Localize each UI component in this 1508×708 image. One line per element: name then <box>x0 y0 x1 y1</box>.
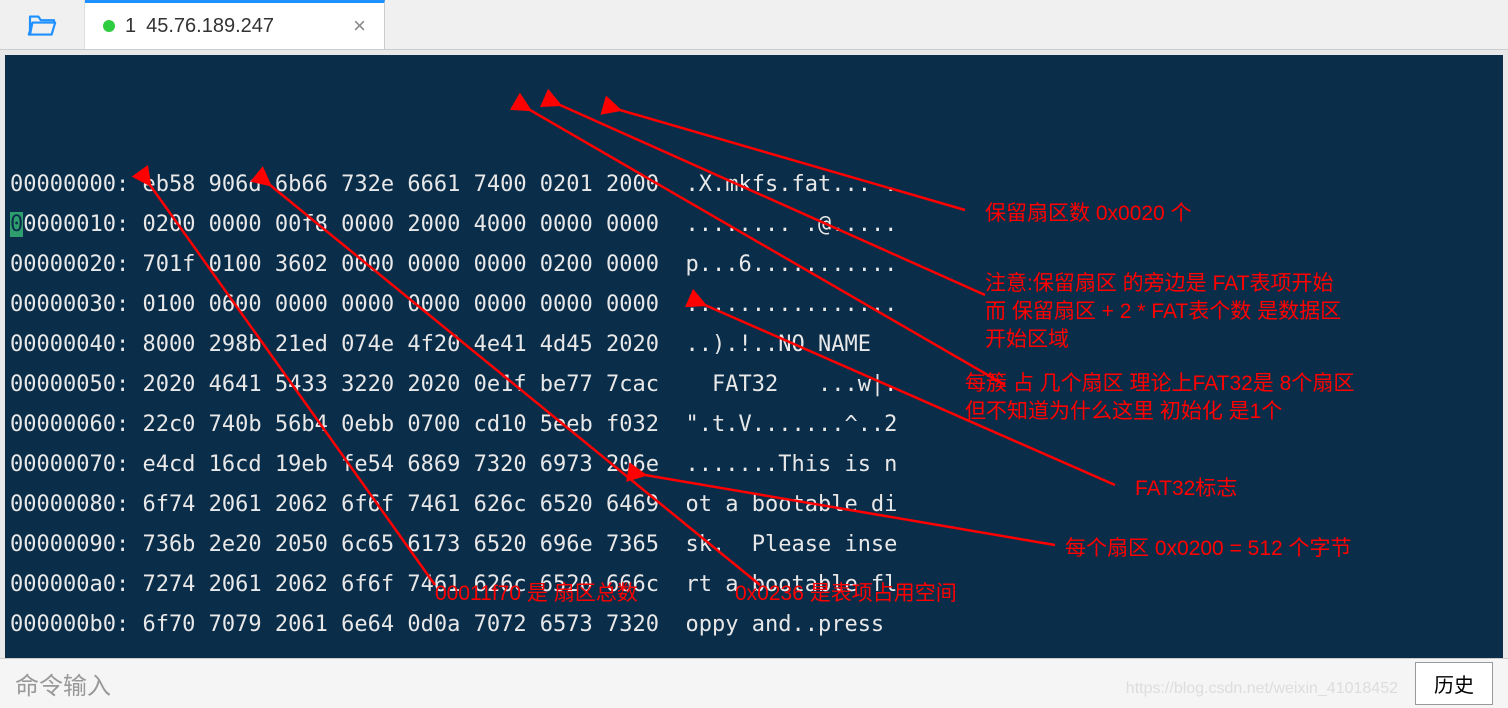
hex-row: 00000070: e4cd 16cd 19eb fe54 6869 7320 … <box>10 445 1498 485</box>
hex-row: 00000050: 2020 4641 5433 3220 2020 0e1f … <box>10 365 1498 405</box>
hex-row: 000000b0: 6f70 7079 2061 6e64 0d0a 7072 … <box>10 605 1498 645</box>
terminal-tab[interactable]: 1 45.76.189.247 × <box>85 0 385 49</box>
folder-icon <box>27 13 57 37</box>
hex-row: 00000000: eb58 906d 6b66 732e 6661 7400 … <box>10 165 1498 205</box>
hex-dump: 00000000: eb58 906d 6b66 732e 6661 7400 … <box>10 165 1498 645</box>
hex-row: 00000090: 736b 2e20 2050 6c65 6173 6520 … <box>10 525 1498 565</box>
hex-row: 00000040: 8000 298b 21ed 074e 4f20 4e41 … <box>10 325 1498 365</box>
command-bar: 命令输入 https://blog.csdn.net/weixin_410184… <box>0 658 1508 708</box>
hex-row: 00000010: 0200 0000 00f8 0000 2000 4000 … <box>10 205 1498 245</box>
hex-row: 00000030: 0100 0600 0000 0000 0000 0000 … <box>10 285 1498 325</box>
tab-title: 45.76.189.247 <box>146 15 274 38</box>
hex-row: 00000020: 701f 0100 3602 0000 0000 0000 … <box>10 245 1498 285</box>
open-folder-button[interactable] <box>0 0 85 49</box>
history-button[interactable]: 历史 <box>1415 662 1493 705</box>
status-dot-icon <box>103 20 115 32</box>
hex-row: 00000060: 22c0 740b 56b4 0ebb 0700 cd10 … <box>10 405 1498 445</box>
close-tab-icon[interactable]: × <box>353 13 366 39</box>
watermark-text: https://blog.csdn.net/weixin_41018452 <box>1126 680 1398 698</box>
tab-index: 1 <box>125 15 136 38</box>
terminal-output[interactable]: 00000000: eb58 906d 6b66 732e 6661 7400 … <box>5 55 1503 658</box>
hex-row: 000000a0: 7274 2061 2062 6f6f 7461 626c … <box>10 565 1498 605</box>
tab-bar: 1 45.76.189.247 × <box>0 0 1508 50</box>
hex-row: 00000080: 6f74 2061 2062 6f6f 7461 626c … <box>10 485 1498 525</box>
